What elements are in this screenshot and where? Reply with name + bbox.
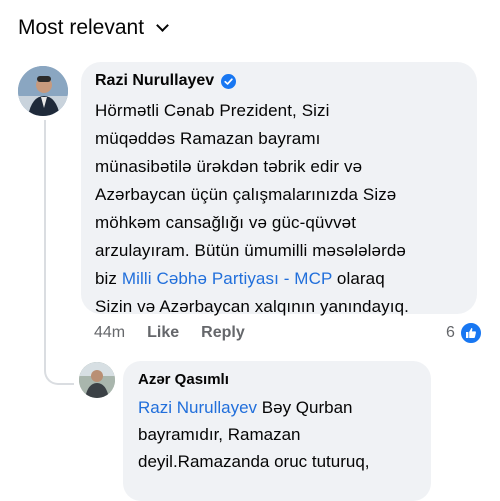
reply-bubble: Azər Qasımlı Razi Nurullayev Bəy Qurban … [123,361,431,501]
reply-mention-link[interactable]: Razi Nurullayev [138,398,257,417]
verified-badge-icon [221,73,237,89]
comment-bubble: Razi Nurullayev Hörmətli Cənab Prezident… [81,62,477,316]
reply-thread-line [44,120,74,385]
reply-text: Razi Nurullayev Bəy Qurban bayramıdır, R… [138,398,370,471]
comment-text: Hörmətli Cənab Prezident, Sizi müqəddəs … [95,101,409,316]
reaction-summary[interactable]: 6 [446,321,483,345]
comment-actions: 44m Like Reply [94,324,245,342]
reply-avatar[interactable] [79,362,115,398]
reply-author[interactable]: Azər Qasımlı [138,371,416,388]
reaction-count: 6 [446,324,455,341]
like-button[interactable]: Like [147,324,179,342]
reply-button[interactable]: Reply [201,324,245,342]
mention-link[interactable]: Milli Cəbhə Partiyası - MCP [122,269,332,288]
comment-timestamp[interactable]: 44m [94,324,125,342]
sort-label: Most relevant [18,16,145,39]
avatar[interactable] [18,66,68,116]
sort-dropdown[interactable]: Most relevant [18,16,169,40]
like-icon [458,321,483,345]
chevron-down-icon [156,19,169,32]
comment-author[interactable]: Razi Nurullayev [95,72,214,90]
